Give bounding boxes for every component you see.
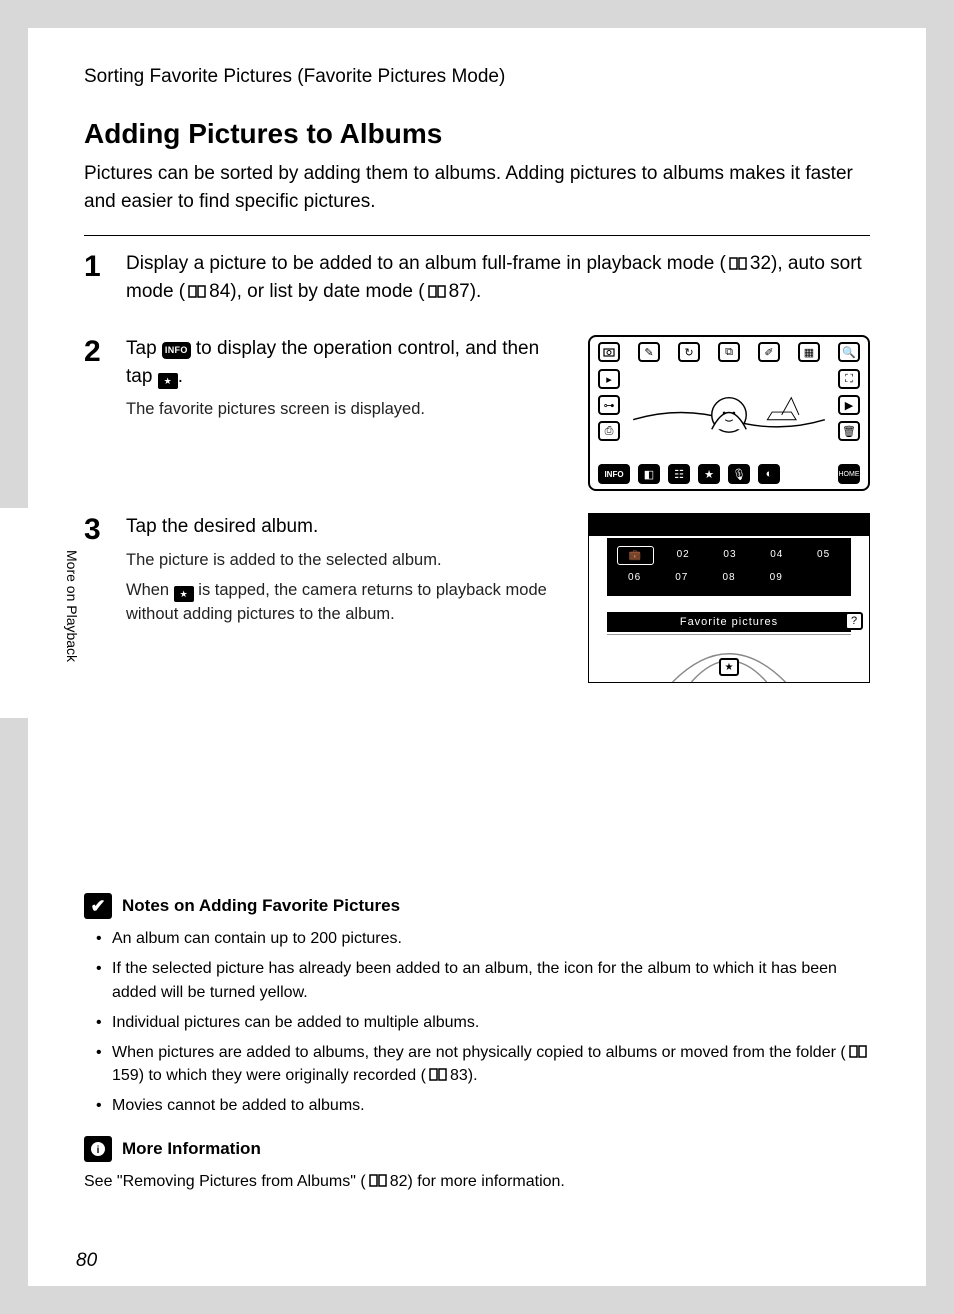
text: . [178, 366, 183, 387]
copy-icon: ⧉ [718, 342, 740, 362]
camera-mode-icon [598, 342, 620, 362]
album-item [806, 569, 841, 586]
album-item: 08 [711, 569, 746, 586]
text: ) to which they were originally recorded… [139, 1067, 426, 1084]
note-item: Individual pictures can be added to mult… [96, 1011, 870, 1034]
note-item: When pictures are added to albums, they … [96, 1041, 870, 1087]
info-icon: INFO [162, 342, 191, 359]
full-icon: ⛶ [838, 369, 860, 389]
intro-paragraph: Pictures can be sorted by adding them to… [84, 160, 870, 215]
step-2-text: Tap INFO to display the operation contro… [126, 335, 568, 390]
help-icon: ? [845, 612, 863, 630]
step-number: 2 [84, 335, 126, 491]
side-tab [0, 508, 28, 718]
divider [84, 235, 870, 236]
pencil-icon: ✎ [638, 342, 660, 362]
side-section-label: More on Playback [64, 550, 80, 662]
favorite-caption: Favorite pictures [607, 612, 851, 632]
date-icon: ◧ [638, 464, 660, 484]
text: Display a picture to be added to an albu… [126, 253, 726, 274]
book-icon [368, 1173, 388, 1189]
step-number: 3 [84, 513, 126, 683]
page-ref: 83 [450, 1067, 468, 1084]
step-1-text: Display a picture to be added to an albu… [126, 250, 870, 305]
favorite-button-icon: ★ [698, 464, 720, 484]
text: ). [468, 1067, 478, 1084]
check-icon: ✔ [84, 893, 112, 919]
camera-ui-illustration: ✎ ↻ ⧉ ✐ ▦ 🔍 ▸ ⊶ ⎙ ⛶ ▶ 🗑 [588, 335, 870, 491]
step-3-row: 3 Tap the desired album. The picture is … [84, 513, 870, 683]
page: More on Playback Sorting Favorite Pictur… [28, 28, 926, 1286]
book-icon [187, 284, 207, 300]
note-item: Movies cannot be added to albums. [96, 1094, 870, 1117]
album-item: 05 [806, 546, 841, 565]
text: ) for more information. [407, 1173, 564, 1190]
step-1: 1 Display a picture to be added to an al… [84, 250, 870, 313]
album-item: 07 [664, 569, 699, 586]
album-select-illustration: 💼 02 03 04 05 06 07 08 09 Favorite pictu [588, 513, 870, 683]
thumb-icon: ▦ [798, 342, 820, 362]
book-icon [427, 284, 447, 300]
album-item: 03 [713, 546, 748, 565]
favorite-icon: ★ [719, 658, 739, 676]
print-icon: ⎙ [598, 421, 620, 441]
page-ref: 82 [390, 1173, 408, 1190]
album-item: 02 [666, 546, 701, 565]
notes-block: ✔ Notes on Adding Favorite Pictures An a… [84, 893, 870, 1193]
info-button-icon: INFO [598, 464, 630, 484]
notes-list: An album can contain up to 200 pictures.… [84, 927, 870, 1117]
favorite-icon [158, 373, 178, 389]
step-2-sub: The favorite pictures screen is displaye… [126, 398, 568, 422]
page-ref: 32 [750, 253, 771, 274]
album-item: 💼 [617, 546, 654, 565]
step-3-text: Tap the desired album. [126, 513, 568, 541]
page-ref: 159 [112, 1067, 139, 1084]
book-icon [728, 256, 748, 272]
play-icon: ▸ [598, 369, 620, 389]
favorite-icon [174, 586, 194, 602]
page-title: Adding Pictures to Albums [84, 118, 870, 150]
album-item: 06 [617, 569, 652, 586]
zoom-icon: 🔍 [838, 342, 860, 362]
note-item: If the selected picture has already been… [96, 957, 870, 1003]
more-info-text: See "Removing Pictures from Albums" ( 82)… [84, 1170, 870, 1193]
text: ), or list by date mode ( [230, 281, 424, 302]
info-circle-icon: i [84, 1136, 112, 1162]
album-item: 09 [759, 569, 794, 586]
step-2-row: 2 Tap INFO to display the operation cont… [84, 335, 870, 491]
step-3-sub1: The picture is added to the selected alb… [126, 549, 568, 573]
page-ref: 84 [209, 281, 230, 302]
more-info-title: More Information [122, 1139, 261, 1159]
page-ref: 87 [449, 281, 470, 302]
text: When pictures are added to albums, they … [112, 1044, 846, 1061]
text: Tap [126, 338, 162, 359]
text: ). [470, 281, 482, 302]
album-item: 04 [759, 546, 794, 565]
svg-text:i: i [97, 1145, 100, 1156]
note-item: An album can contain up to 200 pictures. [96, 927, 870, 950]
notes-title: Notes on Adding Favorite Pictures [122, 896, 400, 916]
home-icon: HOME [838, 464, 860, 484]
section-header: Sorting Favorite Pictures (Favorite Pict… [84, 66, 870, 88]
voice-icon: 🎙 [728, 464, 750, 484]
book-icon [428, 1067, 448, 1083]
book-icon [848, 1044, 868, 1060]
trash-icon: 🗑 [838, 421, 860, 441]
sort-icon: ☷ [668, 464, 690, 484]
key-icon: ⊶ [598, 395, 620, 415]
text: When [126, 581, 174, 599]
retouch-icon: ◐ [758, 464, 780, 484]
step-number: 1 [84, 250, 126, 313]
step-3-sub2: When is tapped, the camera returns to pl… [126, 579, 568, 627]
page-number: 80 [76, 1250, 97, 1272]
rotate-icon: ↻ [678, 342, 700, 362]
text: See "Removing Pictures from Albums" ( [84, 1173, 366, 1190]
paint-icon: ✐ [758, 342, 780, 362]
slideshow-icon: ▶ [838, 395, 860, 415]
